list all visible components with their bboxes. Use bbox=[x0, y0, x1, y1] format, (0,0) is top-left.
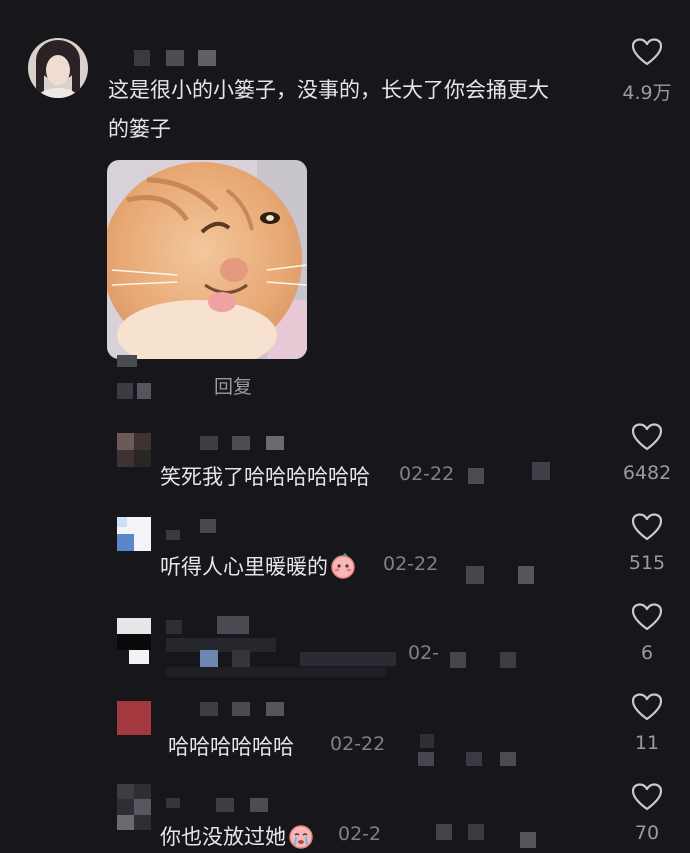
blurred-meta bbox=[418, 752, 434, 766]
avatar[interactable] bbox=[117, 701, 151, 735]
blurred-meta bbox=[436, 824, 452, 840]
reply-text: 哈哈哈哈哈哈 bbox=[168, 735, 294, 759]
username-blurred bbox=[166, 530, 180, 540]
username-blurred bbox=[232, 702, 250, 716]
avatar[interactable] bbox=[117, 433, 151, 467]
avatar[interactable] bbox=[117, 784, 151, 830]
main-comment-text-line2: 的篓子 bbox=[108, 117, 171, 141]
username-blurred bbox=[232, 436, 250, 450]
blurred-meta bbox=[466, 566, 484, 584]
reply-author-blurred bbox=[137, 383, 151, 399]
username-blurred bbox=[250, 798, 268, 812]
blurred-text bbox=[300, 652, 396, 666]
blushing-face-emoji-icon bbox=[330, 552, 356, 579]
cat-sticker-image[interactable] bbox=[107, 160, 307, 359]
main-comment-text-line1: 这是很小的小篓子，没事的，长大了你会捅更大 bbox=[108, 78, 549, 102]
heart-icon[interactable] bbox=[632, 693, 662, 721]
avatar[interactable] bbox=[28, 38, 88, 98]
username-blurred bbox=[198, 50, 216, 66]
like-count: 515 bbox=[628, 552, 666, 574]
heart-icon[interactable] bbox=[632, 38, 662, 66]
blurred-meta bbox=[420, 734, 434, 748]
blurred-text bbox=[232, 650, 250, 668]
username-blurred bbox=[200, 436, 218, 450]
username-blurred bbox=[166, 620, 182, 634]
blurred-text bbox=[166, 667, 386, 677]
avatar[interactable] bbox=[117, 517, 151, 551]
blurred-meta bbox=[500, 652, 516, 668]
blurred-meta bbox=[532, 462, 550, 480]
blurred-meta bbox=[518, 566, 534, 584]
reply-button[interactable]: 回复 bbox=[214, 372, 252, 399]
username-blurred bbox=[166, 50, 184, 66]
avatar[interactable] bbox=[117, 618, 151, 666]
username-blurred bbox=[266, 436, 284, 450]
username-blurred bbox=[200, 519, 216, 533]
blurred-meta bbox=[520, 832, 536, 848]
reply-date: 02-22 bbox=[399, 463, 455, 485]
heart-icon[interactable] bbox=[632, 783, 662, 811]
blurred-meta bbox=[466, 752, 482, 766]
reply-date: 02-22 bbox=[330, 733, 386, 755]
blurred-meta bbox=[468, 468, 484, 484]
like-count: 6482 bbox=[622, 462, 672, 484]
heart-icon[interactable] bbox=[632, 513, 662, 541]
username-blurred bbox=[216, 798, 234, 812]
reply-date: 02-2 bbox=[338, 823, 382, 845]
reply-text: 笑死我了哈哈哈哈哈哈 bbox=[160, 465, 370, 489]
username-blurred[interactable] bbox=[134, 50, 150, 66]
reply-date: 02-22 bbox=[383, 553, 439, 575]
reply-text-content: 听得人心里暖暖的 bbox=[160, 555, 328, 579]
reply-author-blurred bbox=[117, 355, 137, 367]
username-blurred bbox=[166, 798, 180, 808]
blurred-meta bbox=[468, 824, 484, 840]
heart-icon[interactable] bbox=[632, 423, 662, 451]
reply-author-blurred bbox=[117, 383, 133, 399]
reply-text: 你也没放过她 bbox=[160, 821, 314, 851]
heart-icon[interactable] bbox=[632, 603, 662, 631]
crying-face-emoji-icon bbox=[288, 823, 314, 849]
reply-date: 02- bbox=[408, 642, 440, 664]
blurred-text bbox=[200, 650, 218, 668]
username-blurred bbox=[217, 616, 249, 634]
reply-text: 听得人心里暖暖的 bbox=[160, 551, 356, 581]
like-count: 11 bbox=[634, 732, 660, 754]
username-blurred bbox=[266, 702, 284, 716]
reply-text-content: 你也没放过她 bbox=[160, 825, 286, 849]
like-count: 6 bbox=[640, 642, 654, 664]
like-count: 70 bbox=[634, 822, 660, 844]
username-blurred bbox=[200, 702, 218, 716]
like-count: 4.9万 bbox=[622, 82, 672, 104]
blurred-text bbox=[166, 638, 276, 652]
blurred-meta bbox=[500, 752, 516, 766]
blurred-meta bbox=[450, 652, 466, 668]
